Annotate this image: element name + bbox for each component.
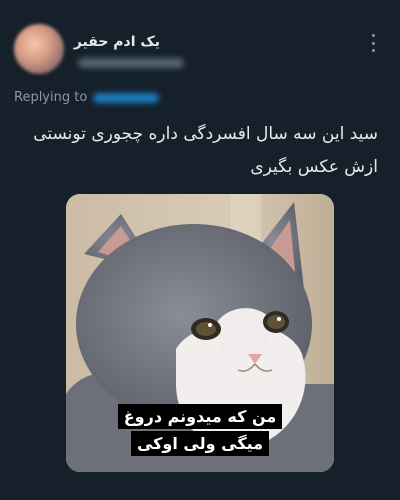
more-dot	[371, 49, 375, 52]
display-name[interactable]: یک ادم حقیر	[74, 34, 160, 50]
tweet-text: سید این سه سال افسردگی داره چجوری تونستی…	[28, 118, 378, 184]
tweet-header: یک ادم حقیر	[0, 0, 400, 85]
tweet-media-image[interactable]: من که میدونم دروغ میگی ولی اوکی	[66, 194, 334, 472]
replying-to-label: Replying to	[14, 90, 88, 105]
meme-caption-line: میگی ولی اوکی	[130, 431, 270, 456]
tweet-text-line: ازش عکس بگیری	[250, 157, 378, 177]
replying-to: Replying to	[14, 90, 160, 105]
more-vertical-icon[interactable]	[366, 34, 380, 52]
meme-caption-line: من که میدونم دروغ	[117, 404, 283, 429]
more-dot	[371, 34, 375, 37]
tweet-text-line: سید این سه سال افسردگی داره چجوری تونستی	[33, 124, 378, 144]
reply-handle-redacted[interactable]	[93, 92, 160, 103]
avatar[interactable]	[14, 24, 64, 74]
user-handle-redacted	[78, 58, 184, 68]
meme-caption: من که میدونم دروغ میگی ولی اوکی	[66, 404, 334, 458]
more-dot	[371, 41, 375, 45]
